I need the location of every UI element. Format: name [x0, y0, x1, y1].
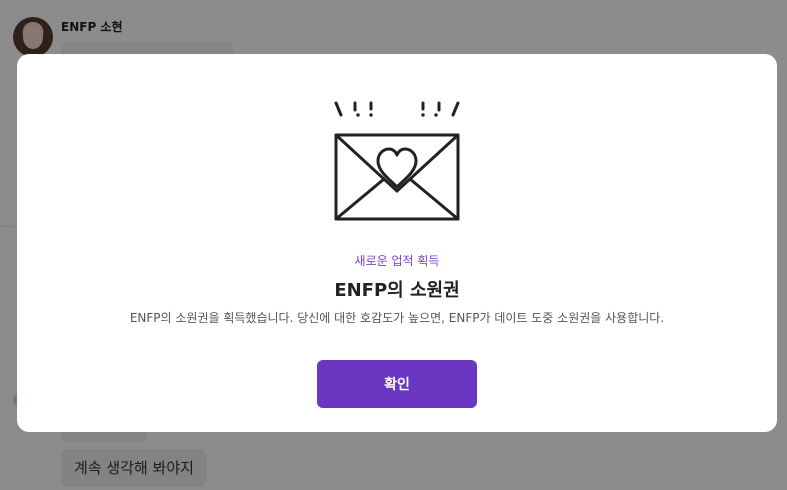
achievement-label: 새로운 업적 획득 [354, 254, 440, 268]
confirm-button[interactable]: 확인 [317, 360, 477, 408]
love-letter-envelope-icon [334, 101, 460, 221]
achievement-title: ENFP의 소원권 [334, 280, 460, 301]
achievement-modal: 새로운 업적 획득 ENFP의 소원권 ENFP의 소원권을 획득했습니다. 당… [17, 54, 777, 432]
achievement-description: ENFP의 소원권을 획득했습니다. 당신에 대한 호감도가 높으면, ENFP… [129, 311, 665, 325]
